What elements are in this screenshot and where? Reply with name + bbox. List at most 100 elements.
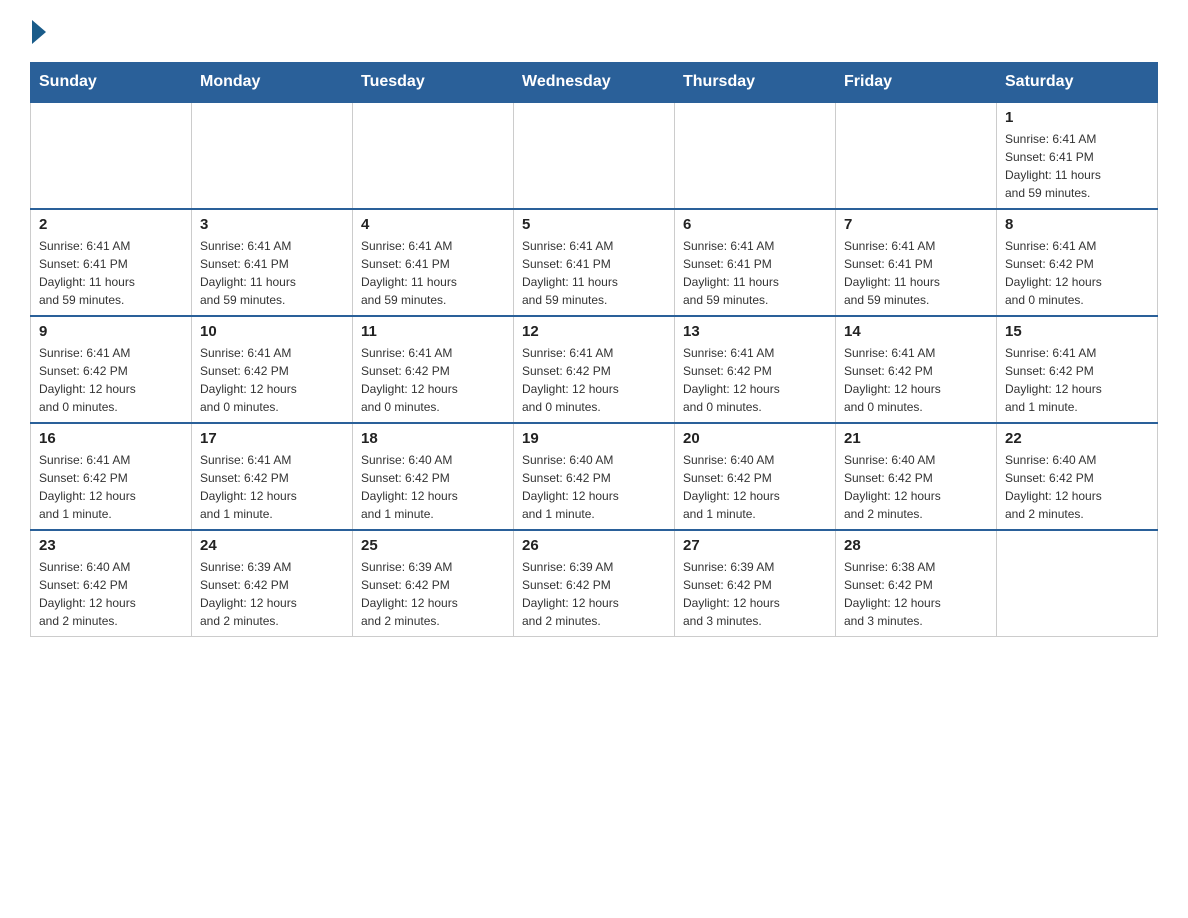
day-info: Sunrise: 6:41 AM Sunset: 6:41 PM Dayligh… bbox=[522, 237, 666, 309]
day-number: 1 bbox=[1005, 109, 1149, 126]
day-info: Sunrise: 6:39 AM Sunset: 6:42 PM Dayligh… bbox=[200, 558, 344, 630]
day-number: 15 bbox=[1005, 323, 1149, 340]
day-number: 19 bbox=[522, 430, 666, 447]
logo-arrow-icon bbox=[32, 20, 46, 44]
day-number: 14 bbox=[844, 323, 988, 340]
day-info: Sunrise: 6:41 AM Sunset: 6:42 PM Dayligh… bbox=[1005, 344, 1149, 416]
calendar-cell: 22 Sunrise: 6:40 AM Sunset: 6:42 PM Dayli… bbox=[997, 423, 1158, 530]
day-number: 8 bbox=[1005, 216, 1149, 233]
day-info: Sunrise: 6:41 AM Sunset: 6:42 PM Dayligh… bbox=[361, 344, 505, 416]
day-number: 2 bbox=[39, 216, 183, 233]
calendar-cell: 8 Sunrise: 6:41 AM Sunset: 6:42 PM Daylig… bbox=[997, 209, 1158, 316]
day-number: 11 bbox=[361, 323, 505, 340]
day-info: Sunrise: 6:39 AM Sunset: 6:42 PM Dayligh… bbox=[522, 558, 666, 630]
calendar-cell: 2Sunrise: 6:41 AM Sunset: 6:41 PM Daylig… bbox=[31, 209, 192, 316]
calendar-table: SundayMondayTuesdayWednesdayThursdayFrid… bbox=[30, 62, 1158, 637]
calendar-cell bbox=[514, 102, 675, 209]
day-info: Sunrise: 6:41 AM Sunset: 6:42 PM Dayligh… bbox=[522, 344, 666, 416]
week-row-2: 2 Sunrise: 6:41 AM Sunset: 6:41 PM Daylig… bbox=[31, 209, 1158, 316]
week-row-3: 9 Sunrise: 6:41 AM Sunset: 6:42 PM Daylig… bbox=[31, 316, 1158, 423]
weekday-header-saturday: Saturday bbox=[997, 63, 1158, 103]
week-row-5: 23 Sunrise: 6:40 AM Sunset: 6:42 PM Dayli… bbox=[31, 530, 1158, 637]
calendar-cell: 11 Sunrise: 6:41 AM Sunset: 6:42 PM Dayli… bbox=[353, 316, 514, 423]
weekday-header-monday: Monday bbox=[192, 63, 353, 103]
calendar-cell: 14 Sunrise: 6:41 AM Sunset: 6:42 PM Dayli… bbox=[836, 316, 997, 423]
calendar-cell: 25 Sunrise: 6:39 AM Sunset: 6:42 PM Dayli… bbox=[353, 530, 514, 637]
calendar-cell bbox=[353, 102, 514, 209]
calendar-cell: 10 Sunrise: 6:41 AM Sunset: 6:42 PM Dayli… bbox=[192, 316, 353, 423]
calendar-cell: 18Sunrise: 6:40 AM Sunset: 6:42 PM Dayli… bbox=[353, 423, 514, 530]
day-number: 4 bbox=[361, 216, 505, 233]
day-number: 24 bbox=[200, 537, 344, 554]
day-number: 21 bbox=[844, 430, 988, 447]
calendar-cell: 28 Sunrise: 6:38 AM Sunset: 6:42 PM Dayli… bbox=[836, 530, 997, 637]
day-info: Sunrise: 6:41 AM Sunset: 6:41 PM Dayligh… bbox=[1005, 130, 1149, 202]
day-number: 18 bbox=[361, 430, 505, 447]
day-info: Sunrise: 6:41 AM Sunset: 6:42 PM Dayligh… bbox=[200, 451, 344, 523]
day-number: 10 bbox=[200, 323, 344, 340]
day-number: 13 bbox=[683, 323, 827, 340]
day-number: 5 bbox=[522, 216, 666, 233]
calendar-cell: 23 Sunrise: 6:40 AM Sunset: 6:42 PM Dayli… bbox=[31, 530, 192, 637]
day-number: 23 bbox=[39, 537, 183, 554]
calendar-cell bbox=[31, 102, 192, 209]
day-number: 25 bbox=[361, 537, 505, 554]
calendar-cell: 12 Sunrise: 6:41 AM Sunset: 6:42 PM Dayli… bbox=[514, 316, 675, 423]
calendar-cell bbox=[675, 102, 836, 209]
day-number: 6 bbox=[683, 216, 827, 233]
calendar-cell: 13 Sunrise: 6:41 AM Sunset: 6:42 PM Dayli… bbox=[675, 316, 836, 423]
calendar-cell: 17 Sunrise: 6:41 AM Sunset: 6:42 PM Dayli… bbox=[192, 423, 353, 530]
day-info: Sunrise: 6:41 AM Sunset: 6:41 PM Dayligh… bbox=[683, 237, 827, 309]
day-number: 12 bbox=[522, 323, 666, 340]
day-info: Sunrise: 6:41 AM Sunset: 6:42 PM Dayligh… bbox=[683, 344, 827, 416]
day-info: Sunrise: 6:39 AM Sunset: 6:42 PM Dayligh… bbox=[361, 558, 505, 630]
day-info: Sunrise: 6:41 AM Sunset: 6:41 PM Dayligh… bbox=[844, 237, 988, 309]
logo bbox=[30, 20, 46, 42]
day-info: Sunrise: 6:38 AM Sunset: 6:42 PM Dayligh… bbox=[844, 558, 988, 630]
calendar-cell: 7 Sunrise: 6:41 AM Sunset: 6:41 PM Daylig… bbox=[836, 209, 997, 316]
day-info: Sunrise: 6:40 AM Sunset: 6:42 PM Dayligh… bbox=[39, 558, 183, 630]
calendar-cell: 4Sunrise: 6:41 AM Sunset: 6:41 PM Daylig… bbox=[353, 209, 514, 316]
calendar-cell: 15 Sunrise: 6:41 AM Sunset: 6:42 PM Dayli… bbox=[997, 316, 1158, 423]
day-number: 27 bbox=[683, 537, 827, 554]
day-number: 3 bbox=[200, 216, 344, 233]
day-number: 9 bbox=[39, 323, 183, 340]
calendar-cell: 26Sunrise: 6:39 AM Sunset: 6:42 PM Dayli… bbox=[514, 530, 675, 637]
week-row-1: 1 Sunrise: 6:41 AM Sunset: 6:41 PM Daylig… bbox=[31, 102, 1158, 209]
day-info: Sunrise: 6:39 AM Sunset: 6:42 PM Dayligh… bbox=[683, 558, 827, 630]
weekday-header-wednesday: Wednesday bbox=[514, 63, 675, 103]
calendar-cell: 16 Sunrise: 6:41 AM Sunset: 6:42 PM Dayli… bbox=[31, 423, 192, 530]
weekday-header-thursday: Thursday bbox=[675, 63, 836, 103]
day-info: Sunrise: 6:40 AM Sunset: 6:42 PM Dayligh… bbox=[844, 451, 988, 523]
day-number: 17 bbox=[200, 430, 344, 447]
day-info: Sunrise: 6:40 AM Sunset: 6:42 PM Dayligh… bbox=[1005, 451, 1149, 523]
day-info: Sunrise: 6:40 AM Sunset: 6:42 PM Dayligh… bbox=[683, 451, 827, 523]
day-number: 20 bbox=[683, 430, 827, 447]
weekday-header-row: SundayMondayTuesdayWednesdayThursdayFrid… bbox=[31, 63, 1158, 103]
calendar-cell: 21 Sunrise: 6:40 AM Sunset: 6:42 PM Dayli… bbox=[836, 423, 997, 530]
day-info: Sunrise: 6:41 AM Sunset: 6:42 PM Dayligh… bbox=[200, 344, 344, 416]
calendar-cell: 1 Sunrise: 6:41 AM Sunset: 6:41 PM Daylig… bbox=[997, 102, 1158, 209]
day-info: Sunrise: 6:41 AM Sunset: 6:42 PM Dayligh… bbox=[39, 451, 183, 523]
week-row-4: 16 Sunrise: 6:41 AM Sunset: 6:42 PM Dayli… bbox=[31, 423, 1158, 530]
calendar-cell bbox=[997, 530, 1158, 637]
day-info: Sunrise: 6:41 AM Sunset: 6:42 PM Dayligh… bbox=[1005, 237, 1149, 309]
calendar-cell: 27 Sunrise: 6:39 AM Sunset: 6:42 PM Dayli… bbox=[675, 530, 836, 637]
calendar-cell: 5 Sunrise: 6:41 AM Sunset: 6:41 PM Daylig… bbox=[514, 209, 675, 316]
day-info: Sunrise: 6:41 AM Sunset: 6:41 PM Dayligh… bbox=[200, 237, 344, 309]
day-number: 7 bbox=[844, 216, 988, 233]
calendar-cell: 3 Sunrise: 6:41 AM Sunset: 6:41 PM Daylig… bbox=[192, 209, 353, 316]
calendar-cell: 19 Sunrise: 6:40 AM Sunset: 6:42 PM Dayli… bbox=[514, 423, 675, 530]
day-info: Sunrise: 6:41 AM Sunset: 6:42 PM Dayligh… bbox=[844, 344, 988, 416]
logo-general-text bbox=[30, 20, 46, 42]
calendar-cell bbox=[192, 102, 353, 209]
calendar-cell: 6 Sunrise: 6:41 AM Sunset: 6:41 PM Daylig… bbox=[675, 209, 836, 316]
day-info: Sunrise: 6:40 AM Sunset: 6:42 PM Dayligh… bbox=[522, 451, 666, 523]
calendar-cell bbox=[836, 102, 997, 209]
weekday-header-tuesday: Tuesday bbox=[353, 63, 514, 103]
calendar-cell: 24 Sunrise: 6:39 AM Sunset: 6:42 PM Dayli… bbox=[192, 530, 353, 637]
day-number: 16 bbox=[39, 430, 183, 447]
weekday-header-friday: Friday bbox=[836, 63, 997, 103]
day-number: 22 bbox=[1005, 430, 1149, 447]
day-number: 28 bbox=[844, 537, 988, 554]
